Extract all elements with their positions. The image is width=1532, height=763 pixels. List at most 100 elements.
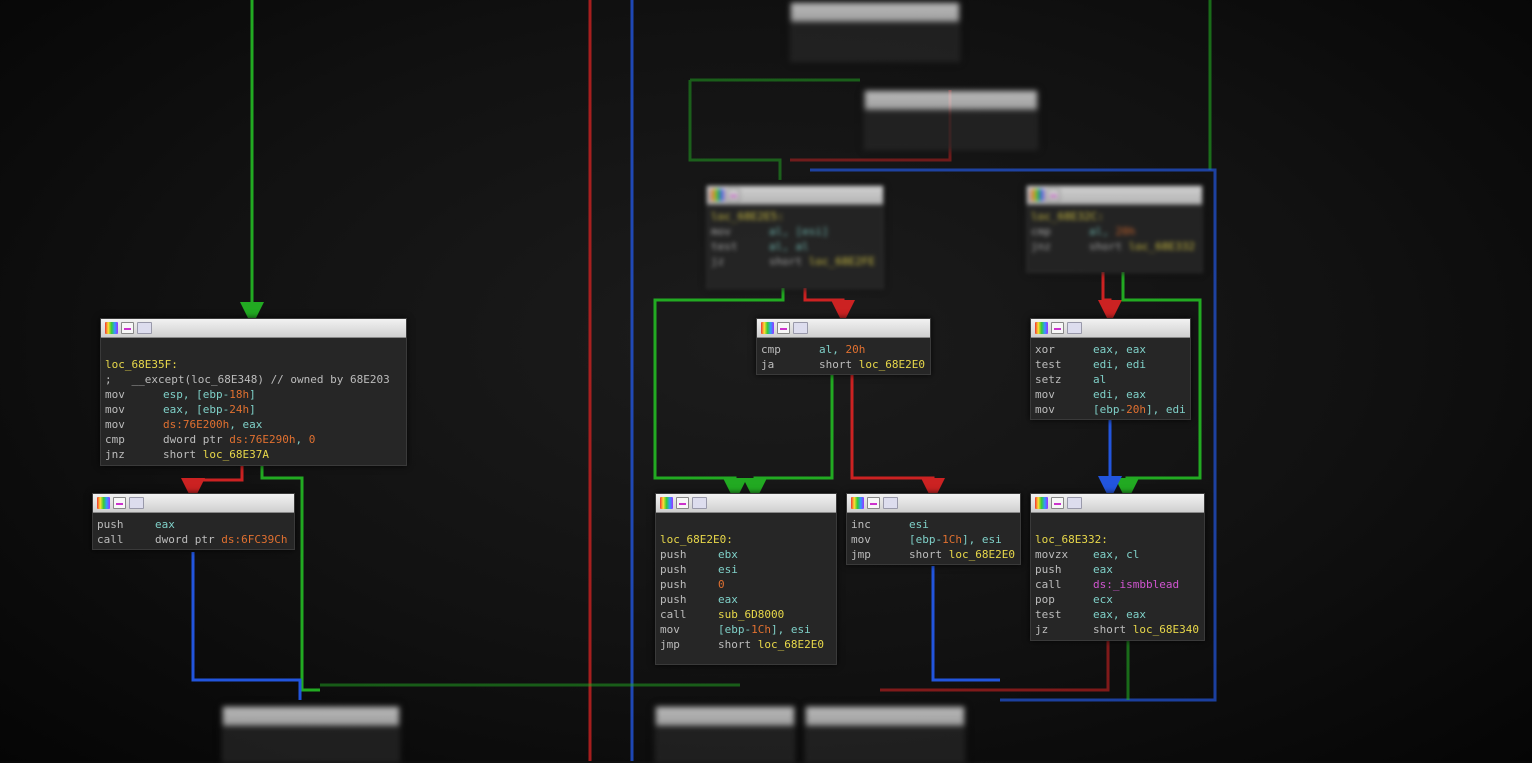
operands[interactable]: esi: [909, 517, 929, 532]
operands[interactable]: al, 20h: [1089, 224, 1135, 239]
operands[interactable]: dword ptr ds:6FC39Ch: [155, 532, 287, 547]
mnemonic[interactable]: push: [660, 592, 718, 607]
operands[interactable]: edi, eax: [1093, 387, 1146, 402]
operands[interactable]: [ebp-1Ch], esi: [909, 532, 1002, 547]
graph-overview-icon[interactable]: [676, 497, 689, 509]
color-palette-icon[interactable]: [105, 322, 118, 334]
mnemonic[interactable]: mov: [105, 387, 163, 402]
color-palette-icon[interactable]: [1035, 497, 1048, 509]
zoom-icon[interactable]: [793, 322, 808, 334]
code-block-loc-68e2e5[interactable]: loc_68E2E5: mov al, [esi] test al, al jz short…: [706, 185, 884, 289]
mnemonic[interactable]: push: [97, 517, 155, 532]
node-blurred-bottom-1[interactable]: [222, 706, 400, 763]
mnemonic[interactable]: test: [711, 239, 769, 254]
operands[interactable]: short loc_68E2E0: [718, 637, 824, 652]
operands[interactable]: al: [1093, 372, 1106, 387]
mnemonic[interactable]: call: [660, 607, 718, 622]
node-blurred-bottom-3[interactable]: [805, 706, 965, 763]
operands[interactable]: edi, edi: [1093, 357, 1146, 372]
mnemonic[interactable]: jz: [1035, 622, 1093, 637]
code-block-xor-setz[interactable]: xor eax, eax test edi, edi setz al mov edi, eax…: [1030, 318, 1191, 420]
operands[interactable]: short loc_68E2E0: [819, 357, 925, 372]
zoom-icon[interactable]: [883, 497, 898, 509]
graph-overview-icon[interactable]: [1051, 322, 1064, 334]
mnemonic[interactable]: push: [660, 577, 718, 592]
graph-overview-icon[interactable]: [867, 497, 880, 509]
color-palette-icon[interactable]: [1031, 189, 1044, 201]
mnemonic[interactable]: cmp: [105, 432, 163, 447]
code-block-loc-68e35f[interactable]: loc_68E35F:; __except(loc_68E348) // own…: [100, 318, 407, 466]
mnemonic[interactable]: mov: [660, 622, 718, 637]
zoom-icon[interactable]: [137, 322, 152, 334]
mnemonic[interactable]: cmp: [1031, 224, 1089, 239]
mnemonic[interactable]: push: [1035, 562, 1093, 577]
zoom-icon[interactable]: [1067, 322, 1082, 334]
operands[interactable]: ds:_ismbblead: [1093, 577, 1179, 592]
zoom-icon[interactable]: [129, 497, 144, 509]
operands[interactable]: esi: [718, 562, 738, 577]
mnemonic[interactable]: movzx: [1035, 547, 1093, 562]
code-block-loc-68e332[interactable]: loc_68E332: movzx eax, cl push eax call ds:_is…: [1030, 493, 1205, 641]
mnemonic[interactable]: call: [1035, 577, 1093, 592]
mnemonic[interactable]: test: [1035, 607, 1093, 622]
operands[interactable]: eax: [155, 517, 175, 532]
mnemonic[interactable]: mov: [1035, 387, 1093, 402]
operands[interactable]: ds:76E200h, eax: [163, 417, 262, 432]
operands[interactable]: dword ptr ds:76E290h, 0: [163, 432, 315, 447]
mnemonic[interactable]: jnz: [1031, 239, 1089, 254]
operands[interactable]: short loc_68E332: [1089, 239, 1195, 254]
operands[interactable]: [ebp-1Ch], esi: [718, 622, 811, 637]
operands[interactable]: short loc_68E2E0: [909, 547, 1015, 562]
operands[interactable]: eax: [1093, 562, 1113, 577]
node-blurred-bottom-2[interactable]: [655, 706, 795, 763]
mnemonic[interactable]: jmp: [660, 637, 718, 652]
mnemonic[interactable]: inc: [851, 517, 909, 532]
label-text[interactable]: loc_68E332:: [1035, 532, 1108, 547]
mnemonic[interactable]: setz: [1035, 372, 1093, 387]
graph-overview-icon[interactable]: [113, 497, 126, 509]
operands[interactable]: short loc_68E37A: [163, 447, 269, 462]
color-palette-icon[interactable]: [711, 189, 724, 201]
operands[interactable]: eax, eax: [1093, 607, 1146, 622]
code-block-cmp-ja[interactable]: cmp al, 20h ja short loc_68E2E0: [756, 318, 931, 375]
mnemonic[interactable]: jmp: [851, 547, 909, 562]
operands[interactable]: al, al: [769, 239, 809, 254]
operands[interactable]: ebx: [718, 547, 738, 562]
mnemonic[interactable]: push: [660, 562, 718, 577]
operands[interactable]: short loc_68E340: [1093, 622, 1199, 637]
graph-overview-icon[interactable]: [1047, 189, 1060, 201]
graph-overview-icon[interactable]: [121, 322, 134, 334]
graph-overview-icon[interactable]: [1051, 497, 1064, 509]
mnemonic[interactable]: mov: [851, 532, 909, 547]
node-blurred-top-2[interactable]: [864, 90, 1038, 150]
mnemonic[interactable]: mov: [711, 224, 769, 239]
color-palette-icon[interactable]: [761, 322, 774, 334]
label-text[interactable]: loc_68E35F:: [105, 357, 178, 372]
mnemonic[interactable]: jz: [711, 254, 769, 269]
operands[interactable]: ecx: [1093, 592, 1113, 607]
operands[interactable]: eax, [ebp-24h]: [163, 402, 256, 417]
label-text[interactable]: loc_68E32C:: [1031, 209, 1104, 224]
code-block-loc-68e32c[interactable]: loc_68E32C: cmp al, 20h jnz short loc_68E332: [1026, 185, 1203, 273]
zoom-icon[interactable]: [1067, 497, 1082, 509]
color-palette-icon[interactable]: [97, 497, 110, 509]
operands[interactable]: [ebp-20h], edi: [1093, 402, 1186, 417]
operands[interactable]: eax, cl: [1093, 547, 1139, 562]
color-palette-icon[interactable]: [1035, 322, 1048, 334]
color-palette-icon[interactable]: [851, 497, 864, 509]
operands[interactable]: eax, eax: [1093, 342, 1146, 357]
code-block-loc-68e2e0[interactable]: loc_68E2E0: push ebx push esi push 0 push eax cal…: [655, 493, 837, 665]
mnemonic[interactable]: push: [660, 547, 718, 562]
mnemonic[interactable]: cmp: [761, 342, 819, 357]
operands[interactable]: al, [esi]: [769, 224, 829, 239]
code-block-call[interactable]: push eax call dword ptr ds:6FC39Ch: [92, 493, 295, 550]
mnemonic[interactable]: mov: [105, 402, 163, 417]
mnemonic[interactable]: ja: [761, 357, 819, 372]
mnemonic[interactable]: mov: [1035, 402, 1093, 417]
mnemonic[interactable]: pop: [1035, 592, 1093, 607]
label-text[interactable]: loc_68E2E5:: [711, 209, 784, 224]
label-text[interactable]: loc_68E2E0:: [660, 532, 733, 547]
operands[interactable]: eax: [718, 592, 738, 607]
color-palette-icon[interactable]: [660, 497, 673, 509]
zoom-icon[interactable]: [692, 497, 707, 509]
